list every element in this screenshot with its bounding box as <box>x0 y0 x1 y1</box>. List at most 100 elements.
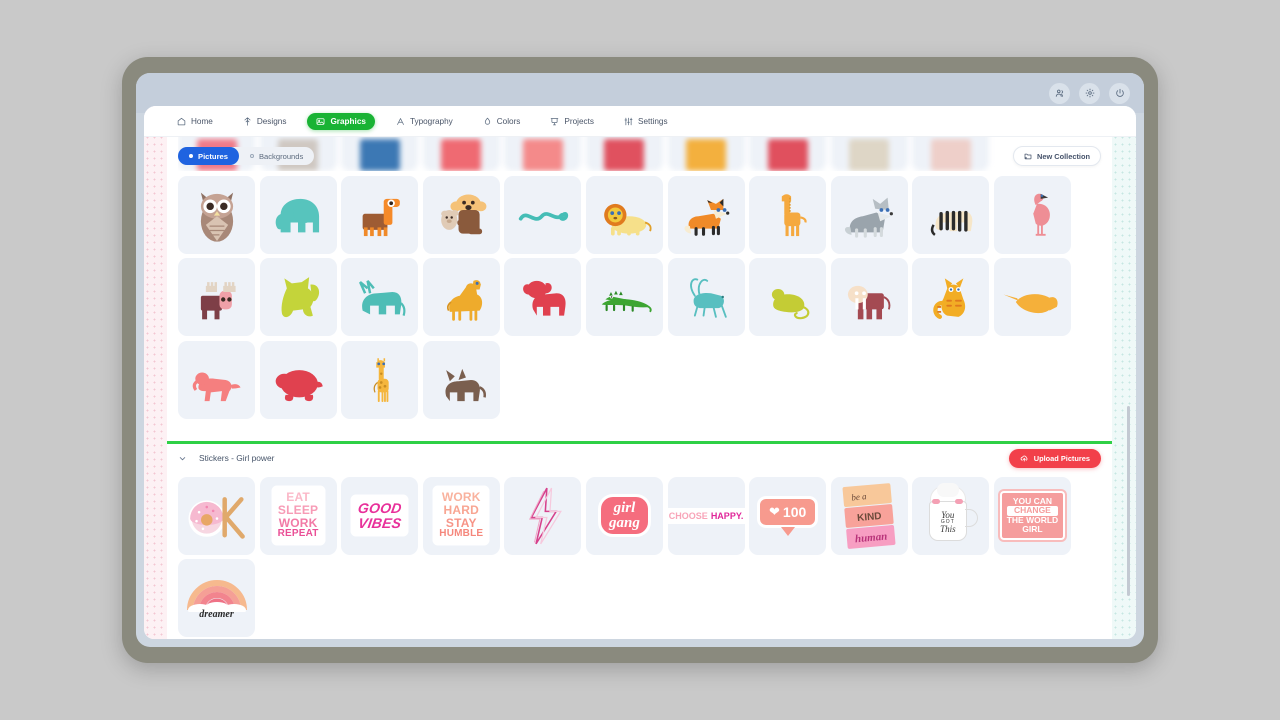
moose-graphic <box>200 282 236 320</box>
sticker-cell-you-got-this-mug-sticker[interactable]: You GOT This <box>912 476 990 555</box>
sticker-cell-girl-gang-sticker[interactable]: girl gang <box>585 476 663 555</box>
pictures-toolbar: Pictures Backgrounds New Collection <box>178 146 1101 166</box>
picture-cell-moose[interactable] <box>178 258 255 337</box>
picture-cell-zebra[interactable] <box>912 175 990 254</box>
picture-cell-narwhal[interactable] <box>993 258 1071 337</box>
nav-label-settings: Settings <box>637 116 668 126</box>
picture-cell-lion[interactable] <box>585 175 663 254</box>
picture-cell-owl[interactable] <box>178 175 255 254</box>
pictures-backgrounds-toggle: Pictures Backgrounds <box>178 147 315 165</box>
turtle-graphic <box>275 369 323 401</box>
picture-cell-grasshopper[interactable] <box>667 258 745 337</box>
picture-cell-koala[interactable] <box>422 175 500 254</box>
gear-icon[interactable] <box>1079 82 1100 104</box>
pictures-grid <box>178 175 1101 419</box>
heart-icon: ❤ <box>769 503 780 519</box>
picture-cell-snake[interactable] <box>504 175 582 254</box>
projects-icon <box>551 117 559 125</box>
sticker-line: VIBES <box>356 514 403 531</box>
sticker-cell-heart-100-likes-sticker[interactable]: ❤ 100 <box>749 476 827 555</box>
fox-graphic <box>684 198 730 236</box>
sticker-line: KIND <box>856 510 883 524</box>
picture-cell-deer[interactable] <box>341 175 419 254</box>
donut-ok-graphic <box>188 496 245 539</box>
flamingo-graphic <box>1033 193 1051 236</box>
stickers-row: dreamer <box>178 559 1101 638</box>
vertical-scrollbar[interactable] <box>1126 406 1130 596</box>
poodle-graphic <box>192 372 241 401</box>
upload-pictures-button[interactable]: Upload Pictures <box>1009 448 1101 468</box>
picture-cell-tabby-cat[interactable] <box>912 258 990 337</box>
script-block: girl gang <box>601 497 648 534</box>
sticker-line: dreamer <box>199 609 234 621</box>
sticker-line: HUMBLE <box>439 528 484 540</box>
power-icon[interactable] <box>1109 82 1130 104</box>
picture-cell-camel[interactable] <box>422 258 500 337</box>
nav-item-typography[interactable]: Typography <box>387 113 462 130</box>
like-count: 100 <box>782 503 807 520</box>
bull-graphic <box>358 280 406 317</box>
giraffe-illustration-graphic <box>373 358 389 402</box>
grasshopper-graphic <box>690 278 727 318</box>
nav-item-colors[interactable]: Colors <box>474 113 530 130</box>
picture-cell-giraffe-illustration[interactable] <box>341 340 419 419</box>
nav-item-designs[interactable]: Designs <box>234 113 296 130</box>
narwhal-graphic <box>1003 294 1059 314</box>
sticker-cell-choose-happy-sticker[interactable]: CHOOSE HAPPY. <box>667 476 745 555</box>
crocodile-graphic <box>602 290 653 313</box>
nav-item-graphics[interactable]: Graphics <box>307 112 375 130</box>
picture-cell-wolf[interactable] <box>830 175 908 254</box>
choose-happy-block: CHOOSE HAPPY. <box>667 507 745 524</box>
content-scroll-area[interactable]: Pictures Backgrounds New Collection Stic… <box>167 137 1112 639</box>
sticker-line: REPEAT <box>277 528 319 540</box>
sticker-line: GOOD <box>356 499 403 516</box>
nav-label-colors: Colors <box>496 116 521 126</box>
nav-item-settings[interactable]: Settings <box>615 113 677 130</box>
picture-cell-crocodile[interactable] <box>585 258 663 337</box>
text-stack: WORK HARD STAY HUMBLE <box>435 488 488 543</box>
users-icon[interactable] <box>1049 82 1070 104</box>
pictures-row <box>178 340 1101 419</box>
sticker-cell-you-can-change-the-world-girl-sticker[interactable]: YOU CAN CHANGE THE WORLD GIRL <box>993 476 1071 555</box>
nav-label-home: Home <box>191 116 213 126</box>
toggle-backgrounds-label: Backgrounds <box>258 151 304 161</box>
picture-cell-mouse[interactable] <box>749 258 827 337</box>
wolf-graphic <box>845 197 894 238</box>
sticker-cell-work-hard-stay-humble-sticker[interactable]: WORK HARD STAY HUMBLE <box>422 476 500 555</box>
toggle-backgrounds[interactable]: Backgrounds <box>239 147 314 165</box>
nav-item-home[interactable]: Home <box>168 113 222 130</box>
picture-cell-elephant-flat[interactable] <box>830 258 908 337</box>
sticker-cell-good-vibes-sticker[interactable]: GOOD VIBES <box>341 476 419 555</box>
picture-cell-flamingo[interactable] <box>993 175 1071 254</box>
sticker-cell-be-a-kind-human-sticker[interactable]: be a KIND human <box>830 476 908 555</box>
chevron-down-icon[interactable] <box>178 454 187 463</box>
picture-cell-bull[interactable] <box>341 258 419 337</box>
settings-icon <box>624 117 633 125</box>
picture-cell-giraffe[interactable] <box>749 175 827 254</box>
picture-cell-poodle[interactable] <box>178 340 255 419</box>
toggle-pictures-label: Pictures <box>198 151 228 161</box>
radio-dot-icon <box>189 154 193 158</box>
stickers-section-title: Stickers - Girl power <box>199 453 275 463</box>
picture-cell-ram[interactable] <box>504 258 582 337</box>
picture-cell-dog-silhouette[interactable] <box>422 340 500 419</box>
picture-cell-elephant[interactable] <box>259 175 337 254</box>
sticker-cell-eat-sleep-work-repeat-sticker[interactable]: EAT SLEEP WORK REPEAT <box>259 476 337 555</box>
picture-cell-cat-silhouette[interactable] <box>259 258 337 337</box>
pictures-row <box>178 258 1101 337</box>
application-window: Home Designs Graphics Typography Colors <box>144 106 1136 639</box>
toggle-pictures[interactable]: Pictures <box>178 147 239 165</box>
tablet-screen: Home Designs Graphics Typography Colors <box>136 73 1144 647</box>
sticker-cell-dreamer-rainbow-sticker[interactable]: dreamer <box>178 559 255 638</box>
nav-item-projects[interactable]: Projects <box>541 113 603 130</box>
rainbow-graphic: dreamer <box>186 574 248 622</box>
ram-graphic <box>522 281 566 316</box>
sticker-line: HARD <box>443 503 479 518</box>
sticker-cell-donut-ok-sticker[interactable] <box>178 476 255 555</box>
sticker-cell-lightning-bolt-sticker[interactable] <box>504 476 582 555</box>
picture-cell-fox[interactable] <box>667 175 745 254</box>
sticker-line: SLEEP <box>277 503 319 518</box>
tabby-cat-graphic <box>933 278 965 320</box>
new-collection-button[interactable]: New Collection <box>1013 146 1101 166</box>
picture-cell-turtle[interactable] <box>259 340 337 419</box>
